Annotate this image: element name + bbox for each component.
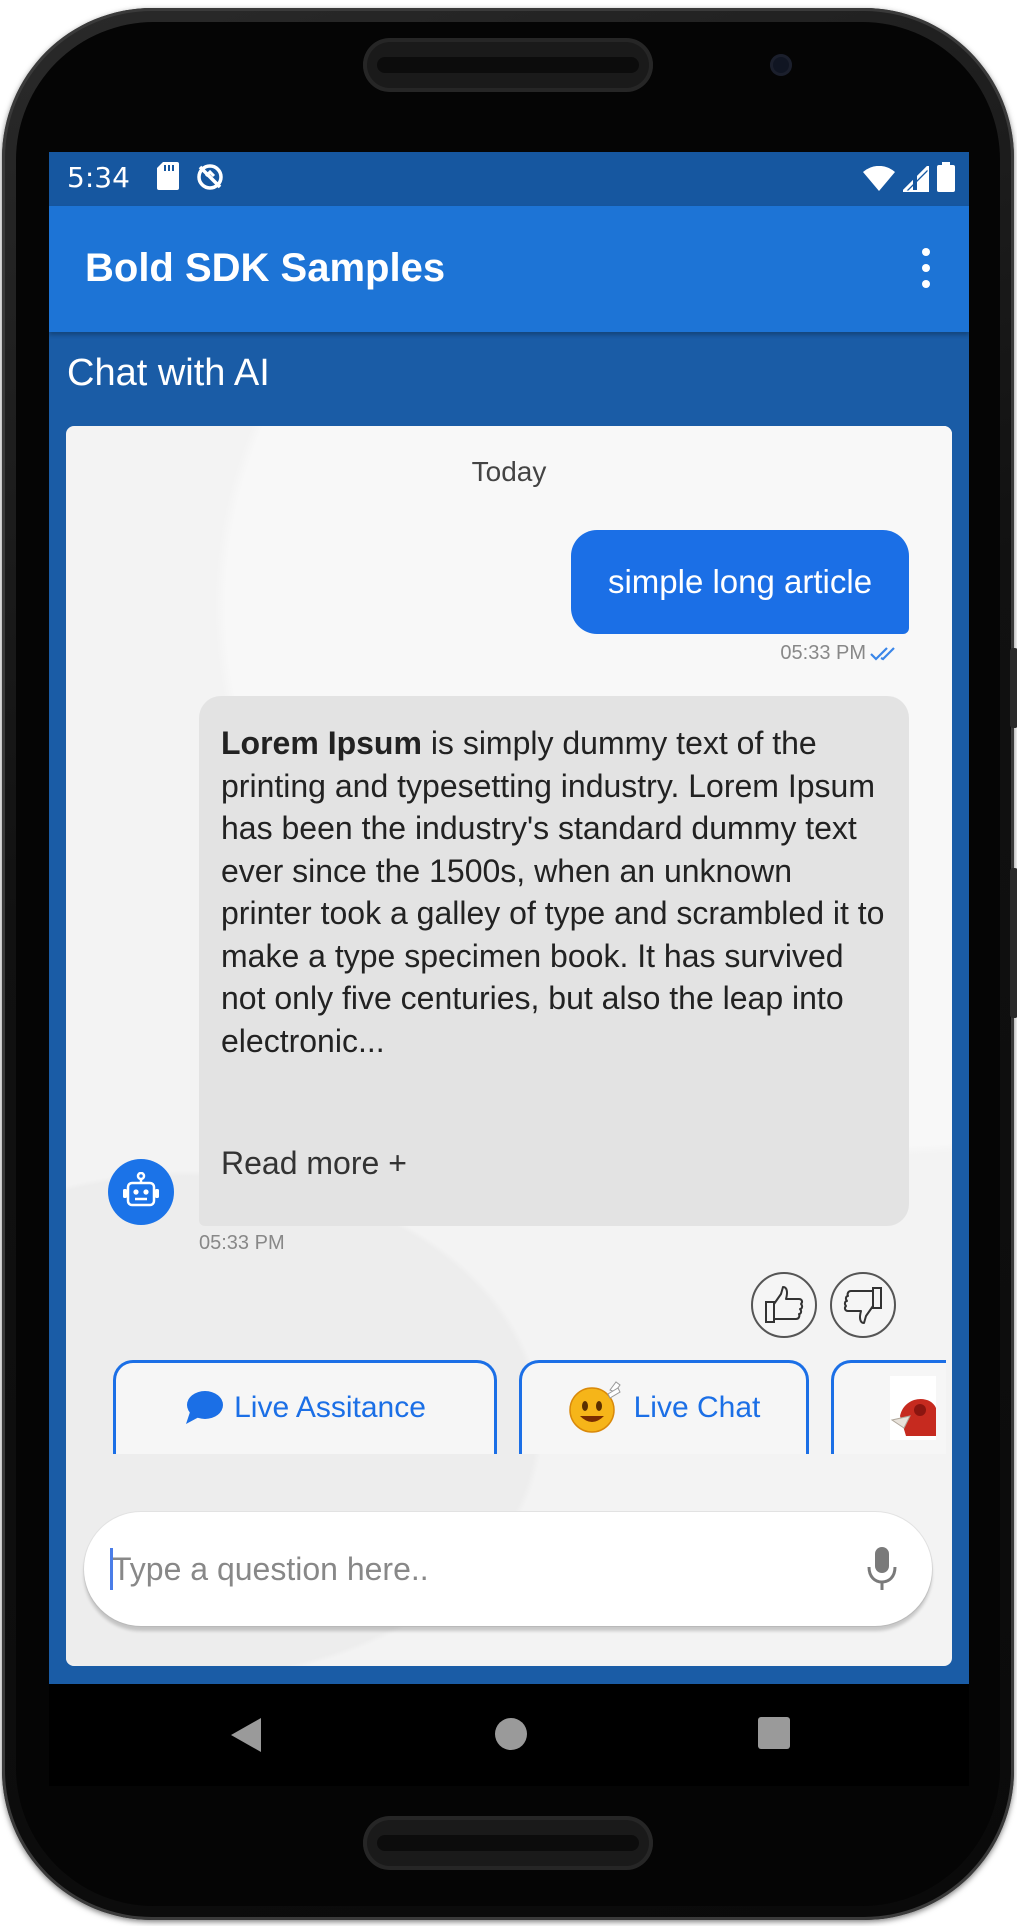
thumbs-down-button[interactable] (830, 1272, 896, 1338)
microphone-icon[interactable] (866, 1545, 898, 1593)
bot-message-time: 05:33 PM (199, 1232, 285, 1254)
app-bar: Bold SDK Samples (49, 206, 969, 332)
thumbs-down-icon (843, 1287, 882, 1324)
home-icon[interactable] (493, 1716, 529, 1752)
character-image-icon (890, 1375, 936, 1440)
front-camera (770, 54, 792, 76)
bottom-speaker (363, 1816, 653, 1870)
question-input[interactable] (110, 1549, 810, 1589)
back-icon[interactable] (229, 1716, 263, 1754)
text-cursor (110, 1548, 113, 1590)
quick-replies: Live Assitance Live Chat (66, 1360, 946, 1454)
app-title: Bold SDK Samples (85, 246, 446, 290)
wifi-icon (863, 166, 895, 191)
section-title: Chat with AI (67, 352, 270, 394)
status-bar: 5:34 (49, 152, 969, 206)
chat-panel: Today simple long article 05:33 PM Lorem… (66, 426, 952, 1666)
volume-button (1010, 648, 1017, 728)
sd-card-icon (157, 162, 179, 190)
thumbs-up-button[interactable] (751, 1272, 817, 1338)
user-message-time: 05:33 PM (780, 642, 866, 664)
sync-disabled-icon (197, 164, 223, 190)
power-button (1010, 868, 1017, 1018)
device-screen: 5:34 Bold SDK Samples Chat with AI Today… (49, 152, 969, 1684)
bot-avatar (108, 1159, 174, 1225)
bot-message-bold: Lorem Ipsum (221, 725, 422, 761)
thumbs-up-icon (765, 1286, 804, 1323)
battery-icon (937, 162, 955, 192)
quick-reply-live-assistance[interactable]: Live Assitance (113, 1360, 497, 1454)
user-message-meta: 05:33 PM (780, 642, 904, 665)
user-message-text: simple long article (607, 563, 873, 600)
robot-icon (123, 1172, 159, 1207)
quick-reply-label: Live Assitance (234, 1390, 426, 1424)
overflow-menu-icon[interactable] (921, 248, 931, 288)
quick-reply-label: Live Chat (633, 1390, 761, 1424)
user-message-bubble: simple long article (571, 530, 909, 634)
navigation-bar (49, 1684, 969, 1786)
cell-signal-icon (903, 166, 929, 192)
waving-smiley-icon (568, 1380, 621, 1433)
read-more-link[interactable]: Read more + (221, 1142, 407, 1185)
double-check-icon (870, 646, 895, 661)
bot-message-text: is simply dummy text of the printing and… (221, 725, 885, 1059)
date-separator: Today (471, 456, 547, 487)
chat-bubble-icon (186, 1390, 224, 1424)
quick-reply-live-chat[interactable]: Live Chat (519, 1360, 809, 1454)
recents-icon[interactable] (757, 1716, 791, 1750)
quick-reply-third[interactable] (831, 1360, 946, 1454)
top-speaker (363, 38, 653, 92)
question-input-bar (84, 1512, 932, 1626)
bot-message-bubble: Lorem Ipsum is simply dummy text of the … (199, 696, 909, 1226)
status-time: 5:34 (67, 161, 130, 194)
